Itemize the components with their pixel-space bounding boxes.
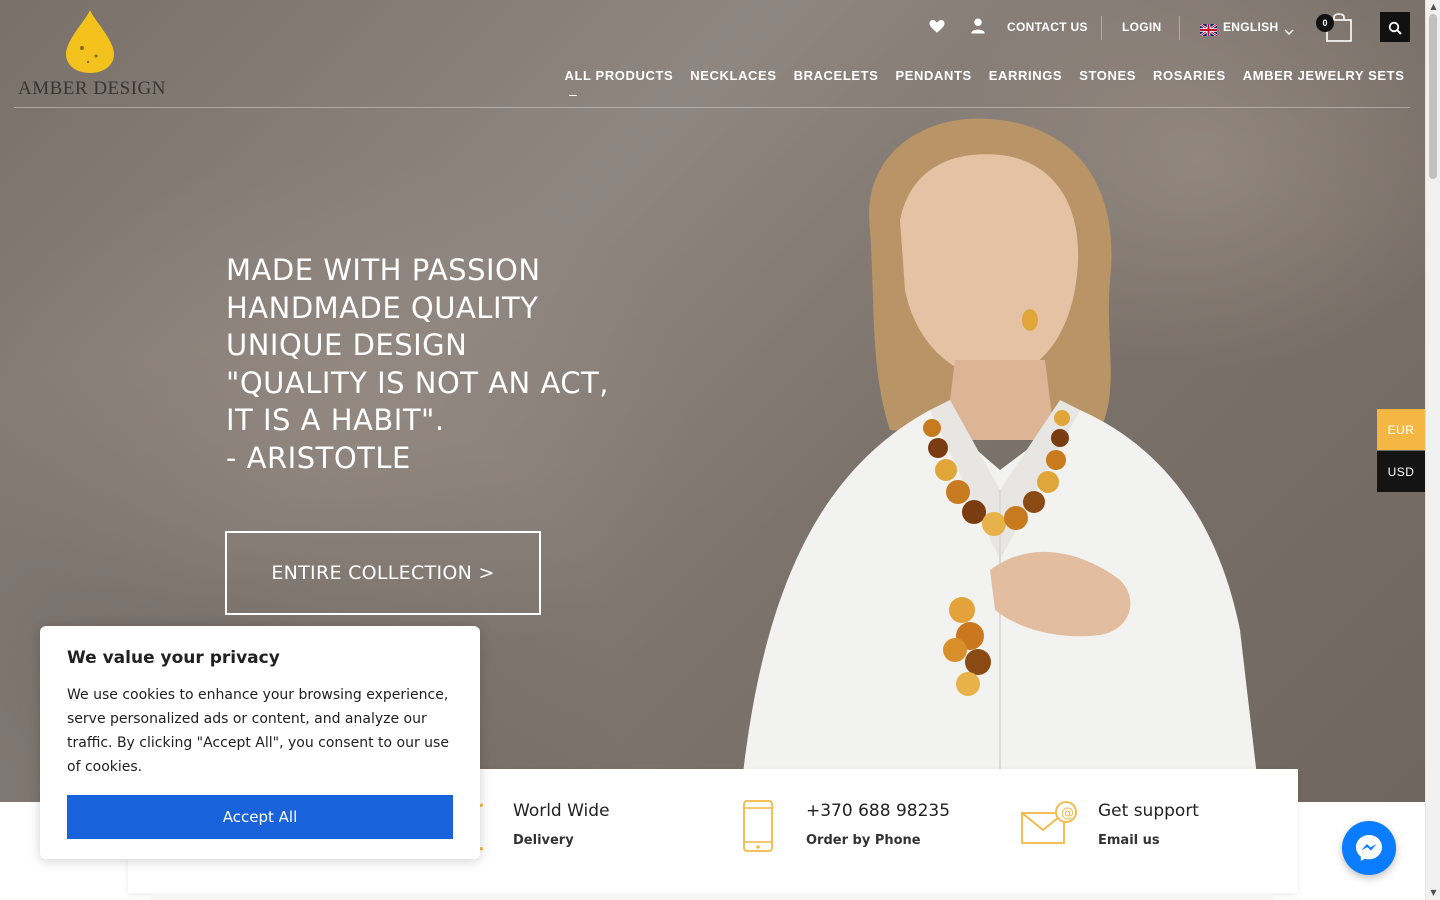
currency-eur-button[interactable]: EUR	[1377, 409, 1425, 450]
messenger-icon	[1354, 833, 1384, 863]
account-user-icon[interactable]	[969, 17, 987, 35]
email-icon: @	[1020, 799, 1080, 847]
nav-rosaries[interactable]: ROSARIES	[1145, 68, 1235, 88]
feature-subtitle: Delivery	[513, 833, 574, 848]
currency-usd-button[interactable]: USD	[1377, 451, 1425, 492]
entire-collection-button[interactable]: ENTIRE COLLECTION >	[225, 531, 541, 615]
cookie-description: We use cookies to enhance your browsing …	[67, 687, 449, 775]
language-label: ENGLISH	[1223, 20, 1279, 34]
top-bar-divider	[1101, 16, 1102, 40]
features-shadow	[150, 893, 1274, 900]
scroll-up-arrow-icon[interactable]: ▲	[1426, 0, 1440, 14]
contact-us-link[interactable]: CONTACT US	[1007, 12, 1088, 42]
uk-flag-icon	[1199, 21, 1218, 37]
hero-line: MADE WITH PASSION	[226, 253, 541, 287]
site-logo[interactable]: AMBER DESIGN	[14, 8, 170, 100]
feature-title: World Wide	[513, 801, 610, 821]
hero-headline: MADE WITH PASSION HANDMADE QUALITY UNIQU…	[226, 252, 646, 477]
chevron-down-icon	[1284, 22, 1294, 35]
brand-name: AMBER DESIGN	[18, 78, 166, 99]
nav-necklaces[interactable]: NECKLACES	[682, 68, 785, 88]
nav-amber-jewelry-sets[interactable]: AMBER JEWELRY SETS	[1234, 68, 1413, 88]
search-button[interactable]	[1380, 12, 1410, 42]
page-scrollbar[interactable]: ▲ ▼	[1425, 0, 1440, 900]
amber-drop-logo-icon	[66, 10, 114, 73]
messenger-chat-button[interactable]	[1342, 821, 1396, 875]
nav-bracelets[interactable]: BRACELETS	[785, 68, 887, 88]
accept-all-button[interactable]: Accept All	[67, 795, 453, 839]
hero-line: HANDMADE QUALITY	[226, 290, 539, 325]
hero-line: UNIQUE DESIGN	[226, 328, 468, 362]
hero-model-image	[740, 118, 1260, 802]
hero-line: IT IS A HABIT".	[226, 403, 445, 437]
nav-earrings[interactable]: EARRINGS	[980, 68, 1070, 88]
cookie-consent-banner: We value your privacy We use cookies to …	[40, 626, 480, 859]
feature-title: Get support	[1098, 801, 1199, 821]
hero-line: - ARISTOTLE	[226, 440, 411, 475]
main-navigation: ALL PRODUCTS NECKLACES BRACELETS PENDANT…	[556, 68, 1413, 96]
cart-count-badge: 0	[1316, 14, 1334, 32]
nav-pendants[interactable]: PENDANTS	[887, 68, 980, 88]
nav-all-products[interactable]: ALL PRODUCTS	[556, 68, 682, 96]
scrollbar-thumb[interactable]	[1429, 14, 1437, 179]
language-selector[interactable]: ENGLISH	[1199, 12, 1294, 42]
header-divider	[14, 107, 1410, 108]
wishlist-heart-icon[interactable]	[928, 17, 946, 35]
feature-title: +370 688 98235	[806, 801, 951, 821]
login-link[interactable]: LOGIN	[1122, 12, 1162, 42]
hero-line: "QUALITY IS NOT AN ACT,	[226, 365, 609, 400]
feature-subtitle: Order by Phone	[806, 833, 921, 848]
phone-icon	[740, 799, 774, 853]
search-icon	[1388, 20, 1402, 35]
scroll-down-arrow-icon[interactable]: ▼	[1426, 886, 1440, 900]
top-bar-divider	[1179, 16, 1180, 40]
svg-text:@: @	[1061, 806, 1074, 821]
cookie-title: We value your privacy	[67, 648, 280, 668]
feature-subtitle: Email us	[1098, 833, 1160, 848]
nav-stones[interactable]: STONES	[1071, 68, 1145, 88]
